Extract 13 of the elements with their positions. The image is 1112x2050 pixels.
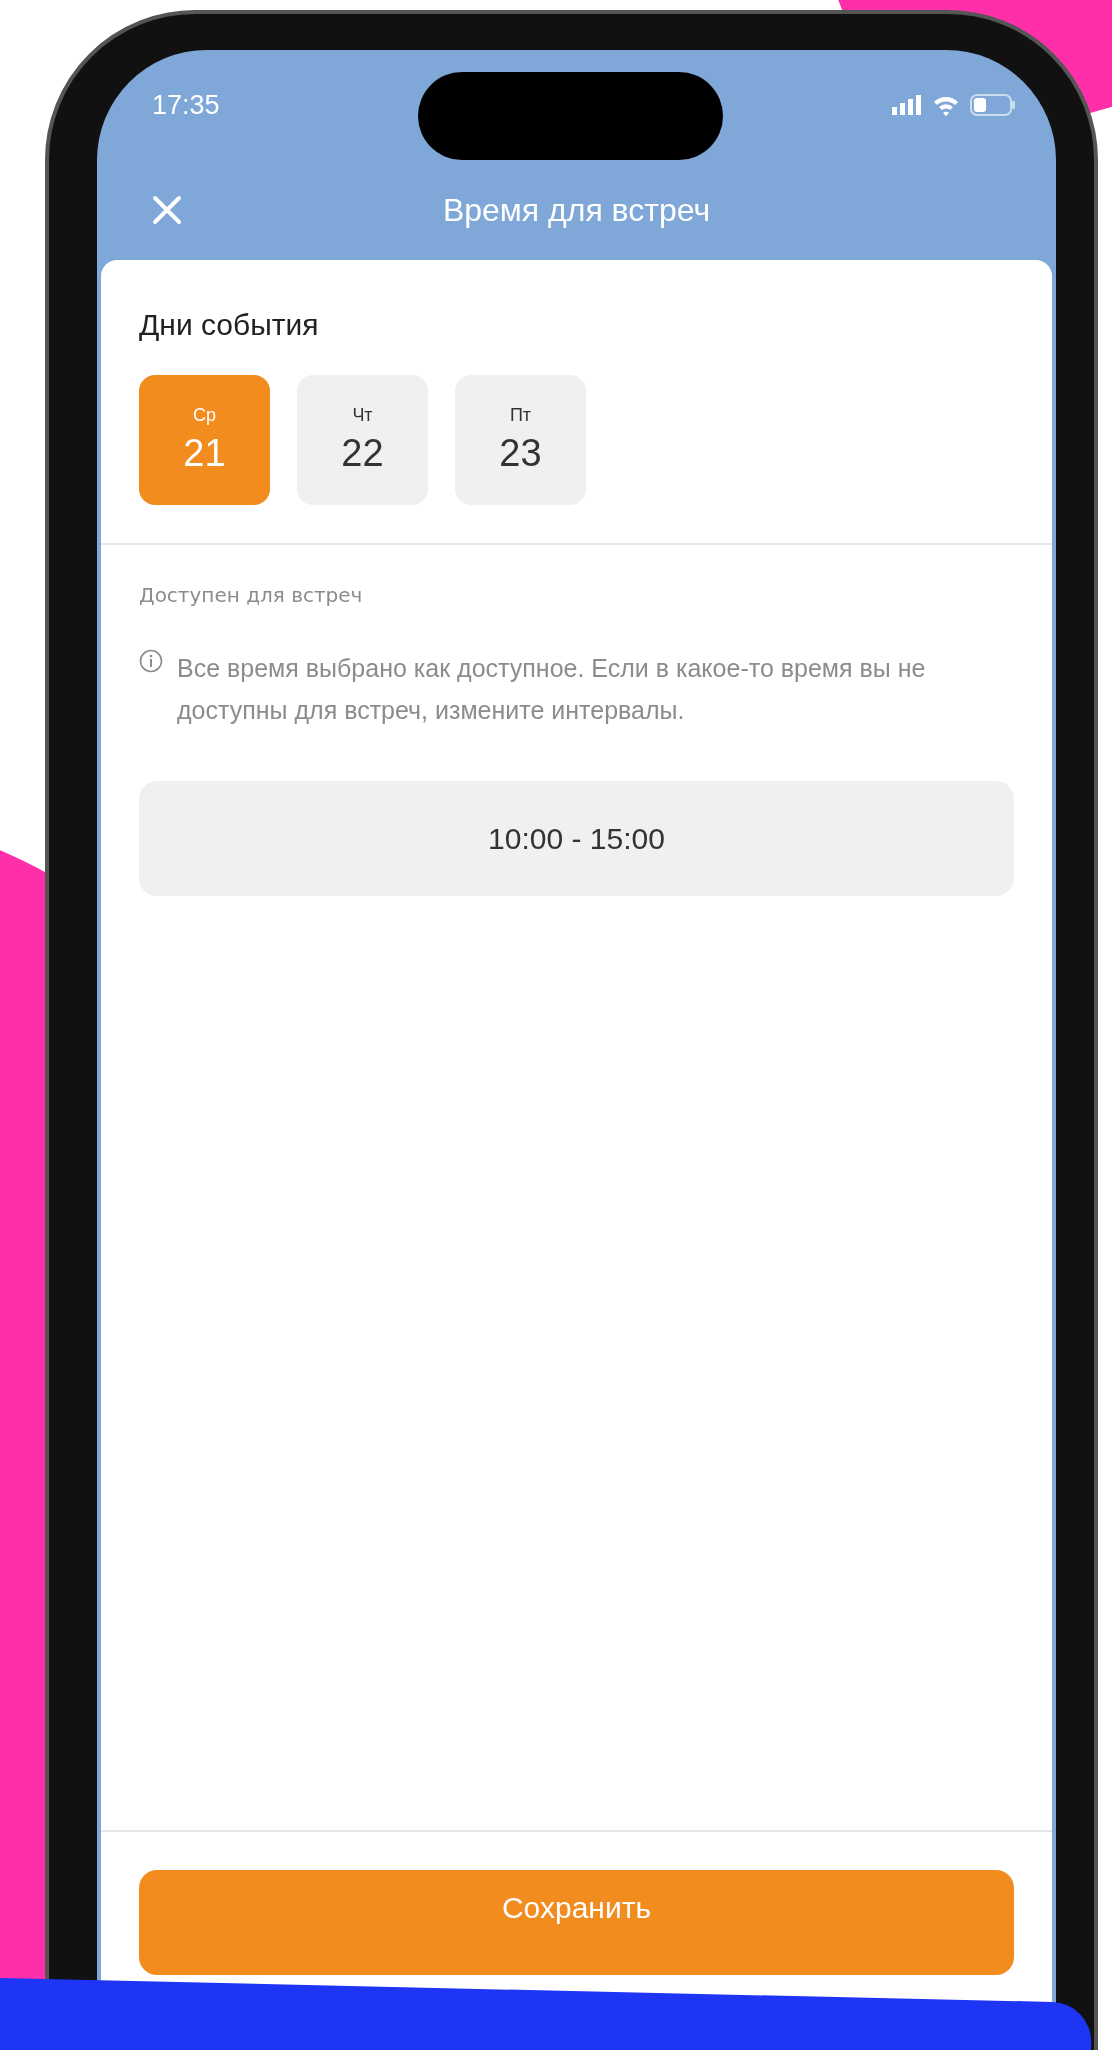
info-text: Все время выбрано как доступное. Если в какое-то время вы не доступны для встреч, измените интервалы. bbox=[177, 653, 927, 726]
info-icon bbox=[139, 649, 163, 673]
wifi-icon bbox=[932, 94, 960, 116]
day-chip[interactable]: Пт 23 bbox=[455, 375, 586, 505]
screen-title: Время для встреч bbox=[442, 191, 711, 229]
close-icon[interactable] bbox=[152, 195, 182, 225]
availability-label: Доступен для встреч bbox=[139, 583, 364, 607]
section-title: Дни события bbox=[139, 308, 320, 342]
battery-icon bbox=[970, 94, 1016, 116]
status-time: 17:35 bbox=[152, 89, 220, 121]
day-chip[interactable]: Чт 22 bbox=[297, 375, 428, 505]
signal-icon bbox=[892, 95, 922, 115]
time-interval-button[interactable]: 10:00 - 15:00 bbox=[139, 781, 1014, 896]
